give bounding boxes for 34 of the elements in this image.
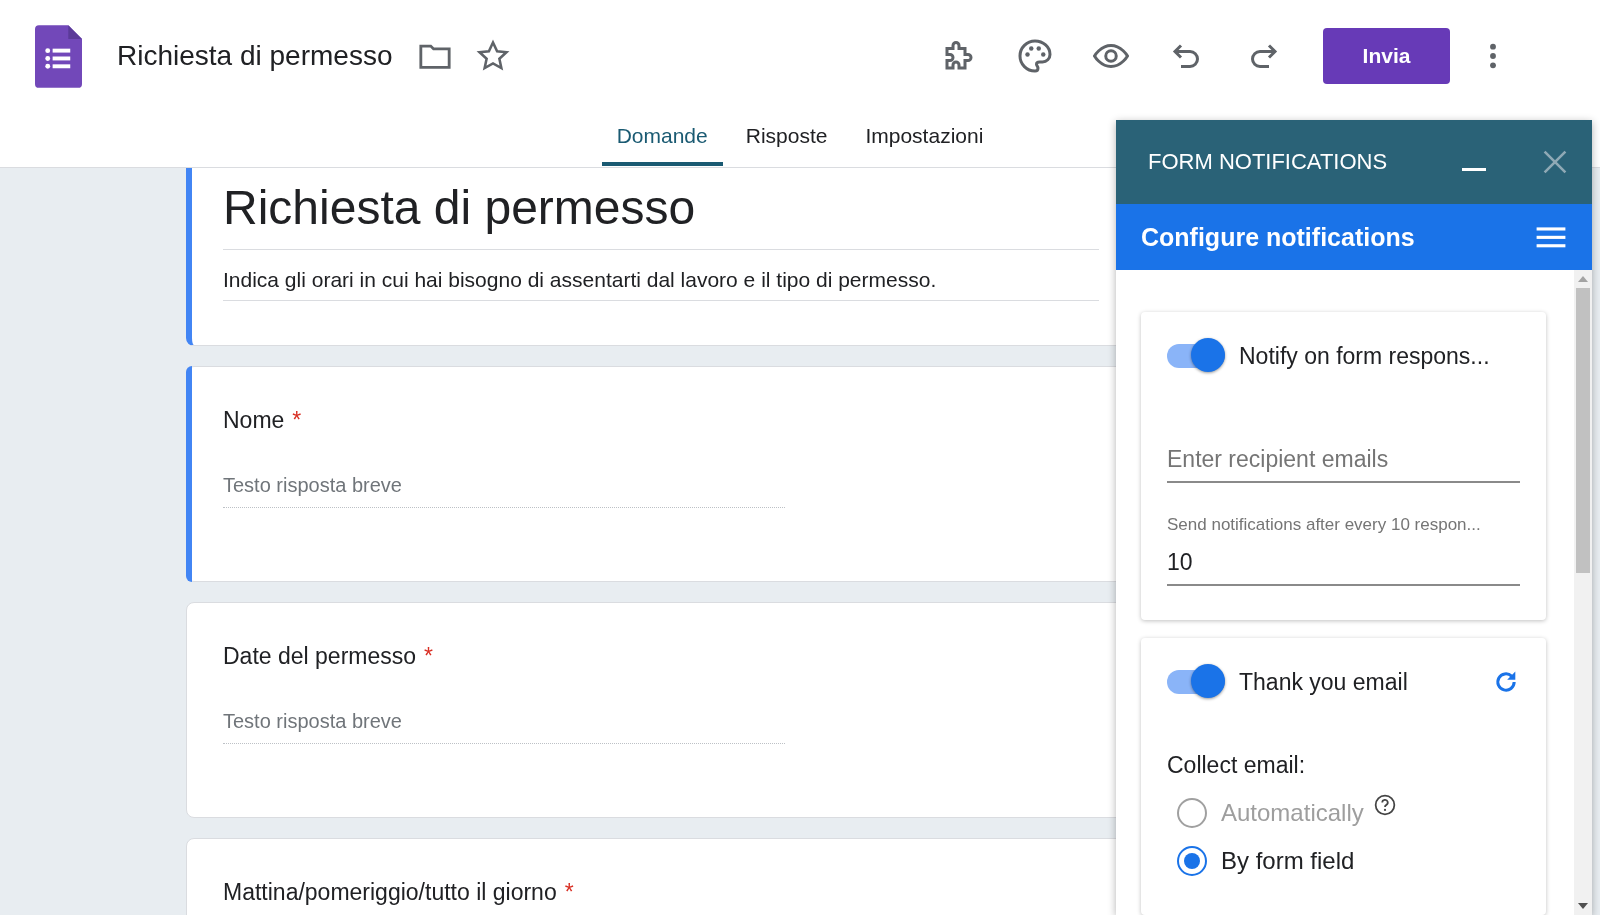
toggle-label: Thank you email [1239, 668, 1409, 696]
field-label: Send notifications after every 10 respon... [1167, 515, 1482, 535]
required-mark: * [424, 643, 433, 670]
more-options-icon[interactable] [1488, 42, 1498, 70]
scroll-down-icon[interactable] [1578, 903, 1588, 909]
radio-label[interactable]: By form field [1221, 847, 1355, 875]
collect-email-label: Collect email: [1167, 752, 1307, 779]
forms-logo-icon[interactable] [35, 24, 82, 88]
question-title: Mattina/pomeriggio/tutto il giorno [223, 879, 557, 906]
send-button[interactable]: Invia [1323, 28, 1450, 84]
star-icon[interactable] [476, 39, 511, 73]
short-answer-field: Testo risposta breve [223, 474, 785, 508]
panel-subtitle: Configure notifications [1141, 222, 1416, 252]
scrollbar-thumb[interactable] [1576, 288, 1590, 573]
help-icon[interactable] [1373, 794, 1396, 816]
document-title[interactable]: Richiesta di permesso [117, 40, 393, 72]
tab[interactable]: Risposte [730, 112, 843, 166]
minimize-icon[interactable] [1462, 167, 1486, 171]
toggle-switch[interactable] [1167, 664, 1225, 700]
required-mark: * [564, 879, 574, 906]
palette-icon[interactable] [1017, 38, 1053, 74]
short-answer-field: Testo risposta breve [223, 710, 785, 744]
required-mark: * [292, 407, 302, 434]
panel-title: FORM NOTIFICATIONS [1148, 149, 1389, 175]
menu-icon[interactable] [1536, 225, 1566, 249]
form-title[interactable]: Richiesta di permesso [223, 180, 1099, 250]
tab[interactable]: Impostazioni [850, 112, 999, 166]
question-title: Nome [223, 407, 285, 434]
close-icon[interactable] [1542, 149, 1568, 175]
toggle-label: Notify on form respons... [1239, 342, 1491, 370]
radio-button[interactable] [1177, 846, 1207, 876]
question-title: Date del permesso [223, 643, 417, 670]
toggle-switch[interactable] [1167, 338, 1225, 374]
form-description[interactable]: Indica gli orari in cui hai bisogno di assentarti dal lavoro e il tipo di permesso. [223, 250, 1099, 301]
